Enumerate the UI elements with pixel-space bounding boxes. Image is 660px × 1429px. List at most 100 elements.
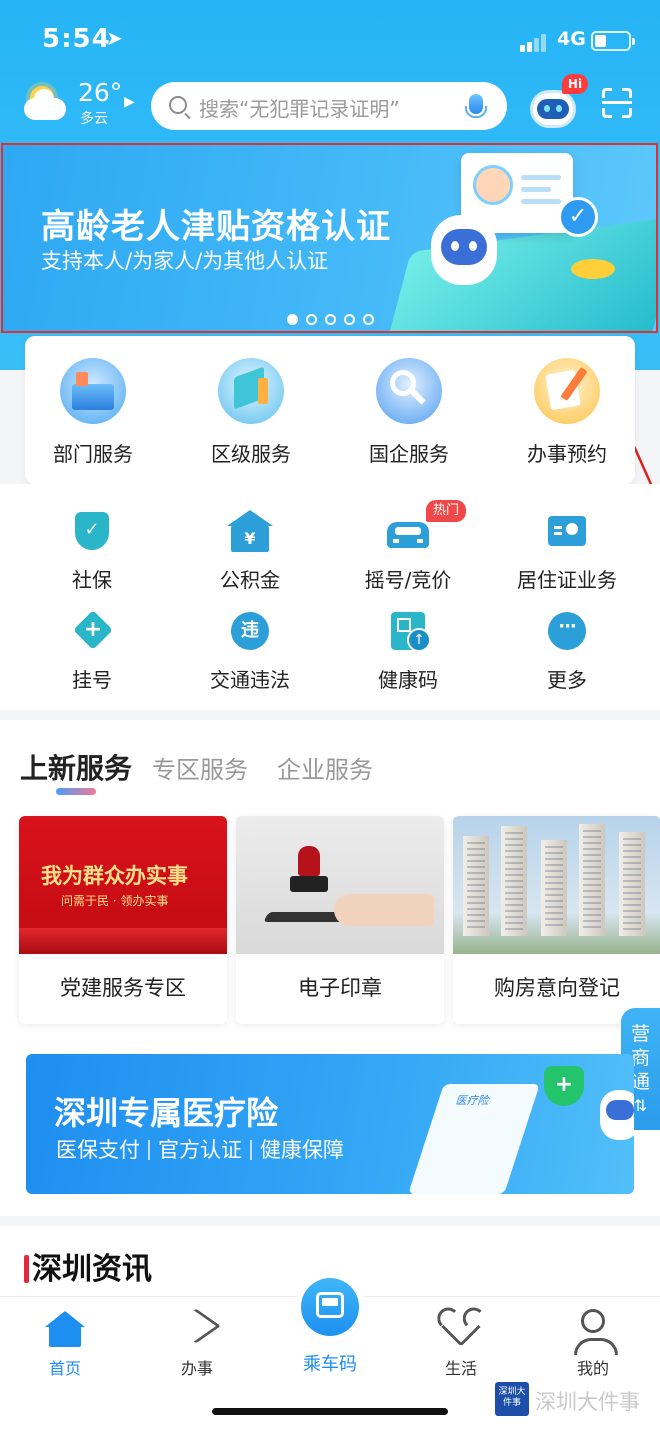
weather-widget[interactable]: 26° 多云 ▶ — [24, 78, 144, 130]
checkmark-icon: ✓ — [558, 197, 598, 237]
status-bar: 5:54 ➤ 4G — [0, 22, 660, 62]
carousel-dot[interactable] — [344, 314, 355, 325]
tab-enterprise-services[interactable]: 企业服务 — [277, 750, 373, 785]
service-card-party[interactable]: 我为群众办实事 问需于民 · 领办实事 党建服务专区 — [19, 816, 227, 1024]
quick-item-label: 国企服务 — [369, 442, 449, 466]
person-icon — [574, 1309, 618, 1355]
quick-item-department[interactable]: 部门服务 — [28, 358, 158, 467]
party-image-subtitle: 问需于民 · 领办实事 — [61, 894, 169, 908]
shield-check-icon: ✓ — [75, 512, 109, 550]
tab-label: 我的 — [576, 1359, 609, 1378]
grid-item-housing-fund[interactable]: ¥ 公积金 — [175, 510, 325, 593]
elderly-avatar-icon — [473, 165, 513, 205]
home-indicator[interactable] — [212, 1408, 448, 1415]
department-icon — [60, 358, 126, 424]
gold-ingot-icon — [571, 259, 615, 279]
quick-item-district[interactable]: 区级服务 — [186, 358, 316, 467]
grid-item-social-security[interactable]: ✓ 社保 — [17, 512, 167, 593]
astronaut-mascot-icon — [600, 1090, 634, 1140]
tab-bus-code-label[interactable]: 乘车码 — [280, 1350, 380, 1376]
astronaut-mascot-icon — [431, 215, 497, 285]
tab-home[interactable]: 首页 — [15, 1309, 115, 1379]
insurance-document-illustration: 医疗险 — [408, 1084, 540, 1194]
grid-item-label: 健康码 — [378, 668, 438, 692]
banner-subtitle: 支持本人/为家人/为其他人认证 — [41, 249, 329, 273]
party-image-title: 我为群众办实事 — [41, 864, 188, 888]
scan-icon[interactable] — [602, 88, 632, 118]
send-icon — [171, 1308, 221, 1344]
microphone-icon[interactable] — [465, 94, 487, 118]
grid-item-label: 交通违法 — [210, 668, 290, 692]
cloud-icon — [24, 89, 66, 120]
party-service-image: 我为群众办实事 问需于民 · 领办实事 — [19, 816, 227, 954]
assistant-robot-icon[interactable]: Hi — [528, 74, 588, 132]
carousel-dot[interactable] — [306, 314, 317, 325]
service-card-housing[interactable]: 购房意向登记 — [453, 816, 660, 1024]
grid-item-more[interactable]: ··· 更多 — [492, 612, 642, 693]
grid-item-label: 居住证业务 — [517, 568, 617, 592]
grid-item-label: 更多 — [547, 668, 587, 692]
quick-item-appointment[interactable]: 办事预约 — [502, 358, 632, 467]
medical-tag: 健康保障 — [260, 1138, 344, 1162]
service-card-e-seal[interactable]: 电子印章 — [236, 816, 444, 1024]
tab-label: 生活 — [444, 1359, 477, 1378]
e-seal-image — [236, 816, 444, 954]
network-type: 4G — [557, 28, 586, 50]
weather-temperature: 26° — [78, 78, 123, 107]
carousel-dot[interactable] — [325, 314, 336, 325]
watermark-text: 深圳大件事 — [535, 1390, 640, 1414]
medical-tag: 医保支付 — [56, 1138, 140, 1162]
grid-item-registration[interactable]: + 挂号 — [17, 610, 167, 693]
search-bar[interactable]: 搜索“无犯罪记录证明” — [151, 82, 507, 130]
platform-illustration — [369, 215, 656, 331]
search-icon — [169, 96, 187, 114]
banner-title: 高龄老人津贴资格认证 — [41, 207, 391, 247]
health-code-icon — [391, 612, 431, 652]
id-card-icon — [548, 516, 586, 546]
house-fund-icon: ¥ — [227, 510, 273, 552]
medical-insurance-banner[interactable]: 医疗险 + 深圳专属医疗险 医保支付 官方认证 健康保障 — [26, 1054, 634, 1194]
quick-item-label: 部门服务 — [53, 442, 133, 466]
tab-mine[interactable]: 我的 — [543, 1309, 643, 1379]
search-placeholder: 搜索“无犯罪记录证明” — [199, 97, 400, 121]
medical-banner-tags: 医保支付 官方认证 健康保障 — [56, 1134, 344, 1164]
quick-item-label: 办事预约 — [527, 442, 607, 466]
grid-item-health-code[interactable]: 健康码 — [333, 612, 483, 693]
tab-label: 办事 — [180, 1359, 213, 1378]
quick-item-label: 区级服务 — [211, 442, 291, 466]
medical-banner-title: 深圳专属医疗险 — [54, 1094, 279, 1132]
grid-item-traffic-violation[interactable]: 违 交通违法 — [175, 612, 325, 693]
quick-item-state-enterprise[interactable]: 国企服务 — [344, 358, 474, 467]
appointment-icon — [534, 358, 600, 424]
grid-item-label: 社保 — [72, 568, 112, 592]
tab-life[interactable]: 生活 — [411, 1307, 511, 1379]
grid-item-lottery[interactable]: 摇号/竞价 — [333, 512, 483, 593]
grid-item-label: 公积金 — [220, 568, 280, 592]
car-icon — [387, 522, 429, 548]
state-enterprise-icon — [376, 358, 442, 424]
insurance-document-label: 医疗险 — [454, 1094, 492, 1107]
status-time: 5:54 — [42, 24, 111, 54]
heart-icon — [441, 1307, 481, 1347]
active-tab-indicator — [56, 788, 96, 795]
battery-icon — [591, 31, 635, 51]
tab-new-services[interactable]: 上新服务 — [20, 747, 132, 787]
quick-services-panel: 部门服务 区级服务 国企服务 办事预约 — [25, 336, 635, 484]
bus-code-icon[interactable] — [301, 1278, 359, 1336]
carousel-dots[interactable] — [287, 310, 382, 325]
news-accent-bar — [24, 1255, 29, 1283]
news-title: 深圳资讯 — [32, 1252, 152, 1287]
district-icon — [218, 358, 284, 424]
home-icon — [45, 1311, 85, 1347]
carousel-dot[interactable] — [287, 314, 298, 325]
location-arrow-icon: ➤ — [106, 26, 123, 50]
carousel-dot[interactable] — [363, 314, 374, 325]
tab-zone-services[interactable]: 专区服务 — [152, 750, 248, 785]
tab-affairs[interactable]: 办事 — [147, 1308, 247, 1379]
hot-badge: 热门 — [426, 500, 466, 522]
grid-item-label: 摇号/竞价 — [364, 568, 452, 592]
grid-item-residence-permit[interactable]: 居住证业务 — [492, 512, 642, 593]
traffic-violation-icon: 违 — [231, 612, 269, 650]
promo-banner[interactable]: ✓ 高龄老人津贴资格认证 支持本人/为家人/为其他人认证 — [1, 143, 658, 333]
more-icon: ··· — [548, 612, 586, 650]
